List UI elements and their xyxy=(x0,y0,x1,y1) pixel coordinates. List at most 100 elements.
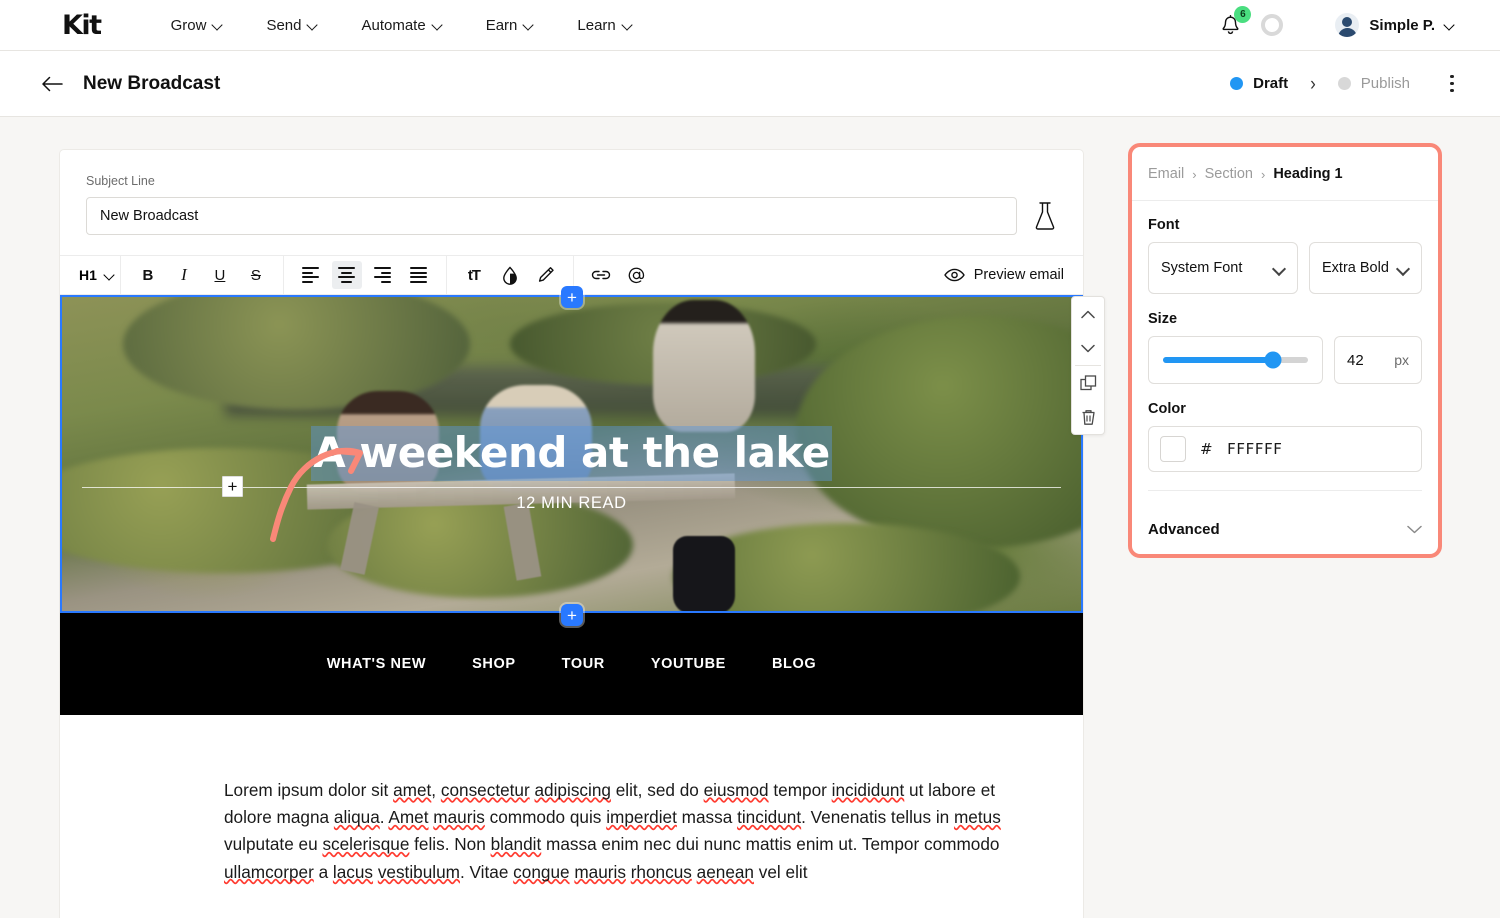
font-family-value: System Font xyxy=(1161,260,1243,276)
nav-item-earn[interactable]: Earn xyxy=(486,17,534,34)
add-block-below-button[interactable]: + xyxy=(561,604,583,626)
email-nav-link-shop[interactable]: SHOP xyxy=(472,656,516,672)
color-input[interactable]: # FFFFFF xyxy=(1148,426,1422,472)
nav-item-learn-label: Learn xyxy=(577,16,616,34)
size-slider-fill xyxy=(1163,357,1274,363)
strikethrough-button[interactable]: S xyxy=(241,261,271,289)
nav-item-learn[interactable]: Learn xyxy=(577,17,631,34)
nav-item-grow[interactable]: Grow xyxy=(171,17,223,34)
top-nav-right-cluster: 6 Simple P. xyxy=(1215,6,1454,40)
page-title: New Broadcast xyxy=(83,72,221,94)
nav-item-automate[interactable]: Automate xyxy=(361,17,441,34)
move-block-up-button[interactable] xyxy=(1071,297,1105,331)
highlighter-icon xyxy=(539,266,555,282)
font-row: System Font Extra Bold xyxy=(1148,242,1422,294)
eye-icon xyxy=(943,268,965,282)
breadcrumb-separator: › xyxy=(1192,166,1197,182)
font-family-select[interactable]: System Font xyxy=(1148,242,1298,294)
chevron-down-icon xyxy=(213,21,222,30)
foliage-shape xyxy=(795,315,1081,549)
main-menu: Grow Send Automate Earn Learn xyxy=(171,17,632,34)
email-nav-link-tour[interactable]: TOUR xyxy=(562,656,605,672)
step-draft-dot xyxy=(1230,77,1244,90)
highlighter-button[interactable] xyxy=(531,261,561,289)
align-left-icon xyxy=(302,267,320,283)
step-publish-label: Publish xyxy=(1360,75,1410,92)
duplicate-block-button[interactable] xyxy=(1071,366,1105,400)
panel-divider xyxy=(1148,490,1422,491)
chevron-down-icon xyxy=(1081,344,1095,352)
step-draft-label: Draft xyxy=(1253,75,1289,92)
advanced-section-toggle[interactable]: Advanced xyxy=(1132,505,1438,554)
align-justify-button[interactable] xyxy=(404,261,434,289)
kit-logo[interactable]: Kit xyxy=(62,10,102,41)
delete-block-button[interactable] xyxy=(1071,400,1105,434)
back-arrow-icon[interactable] xyxy=(40,71,66,97)
backpack-shape xyxy=(673,535,736,611)
email-nav-link-youtube[interactable]: YOUTUBE xyxy=(651,656,726,672)
step-publish[interactable]: Publish xyxy=(1337,75,1410,92)
trash-icon xyxy=(1082,409,1095,425)
email-nav-link-whats-new[interactable]: WHAT'S NEW xyxy=(327,656,426,672)
chevron-down-icon xyxy=(433,21,442,30)
step-draft[interactable]: Draft xyxy=(1230,75,1288,92)
font-weight-select[interactable]: Extra Bold xyxy=(1309,242,1422,294)
size-slider[interactable] xyxy=(1163,351,1308,369)
add-block-above-button[interactable]: + xyxy=(561,286,583,308)
kebab-menu-icon[interactable] xyxy=(1440,74,1464,93)
size-slider-thumb[interactable] xyxy=(1264,351,1282,369)
hero-subheading-text[interactable]: 12 MIN READ xyxy=(62,494,1081,513)
top-navigation-bar: Kit Grow Send Automate Earn Learn 6 Simp… xyxy=(0,0,1500,51)
preview-email-button[interactable]: Preview email xyxy=(943,267,1070,283)
breadcrumb-section[interactable]: Section xyxy=(1205,166,1253,182)
color-hex-value: FFFFFF xyxy=(1227,440,1283,458)
email-nav-link-blog[interactable]: BLOG xyxy=(772,656,816,672)
italic-button[interactable]: I xyxy=(169,261,199,289)
breadcrumb-current: Heading 1 xyxy=(1273,166,1343,182)
color-label: Color xyxy=(1148,401,1186,417)
ab-test-button[interactable] xyxy=(1033,201,1057,231)
notifications-button[interactable]: 6 xyxy=(1215,6,1252,40)
align-center-button[interactable] xyxy=(331,261,362,289)
align-right-button[interactable] xyxy=(368,261,398,289)
chevron-down-icon xyxy=(1398,263,1409,274)
breadcrumb-separator: › xyxy=(1260,166,1266,182)
subject-input[interactable] xyxy=(86,197,1017,235)
app-root: Kit Grow Send Automate Earn Learn 6 Simp… xyxy=(0,0,1500,918)
person-shape xyxy=(479,384,592,492)
email-body-paragraph[interactable]: Lorem ipsum dolor sit amet, consectetur … xyxy=(60,715,1083,886)
align-left-button[interactable] xyxy=(296,261,326,289)
chevron-down-icon xyxy=(1445,21,1454,30)
preview-email-label: Preview email xyxy=(973,267,1064,283)
chevron-up-icon xyxy=(1081,310,1095,318)
nav-item-grow-label: Grow xyxy=(170,16,207,34)
subject-line-row xyxy=(86,197,1057,235)
email-preview: A weekend at the lake 12 MIN READ WHAT'S… xyxy=(60,295,1083,886)
font-label: Font xyxy=(1148,217,1180,233)
link-button[interactable] xyxy=(586,261,616,289)
underline-button[interactable]: U xyxy=(205,261,235,289)
user-menu[interactable]: Simple P. xyxy=(1335,13,1454,37)
text-color-button[interactable] xyxy=(495,261,525,289)
step-publish-dot xyxy=(1337,77,1351,90)
page-header-bar: New Broadcast Draft › Publish xyxy=(0,51,1500,117)
font-weight-value: Extra Bold xyxy=(1322,259,1389,276)
progress-ring-icon[interactable] xyxy=(1261,14,1284,36)
alignment-group xyxy=(284,255,446,295)
hero-image-block[interactable]: A weekend at the lake 12 MIN READ xyxy=(60,295,1083,613)
block-type-dropdown[interactable]: H1 xyxy=(73,267,120,283)
flask-icon xyxy=(1035,202,1055,230)
mention-button[interactable] xyxy=(622,261,652,289)
size-number-input[interactable]: 42 px xyxy=(1334,336,1422,384)
move-block-down-button[interactable] xyxy=(1071,331,1105,365)
chevron-down-icon xyxy=(1274,263,1285,274)
nav-item-send[interactable]: Send xyxy=(266,17,317,34)
color-swatch[interactable] xyxy=(1160,436,1186,462)
chevron-down-icon xyxy=(1407,525,1422,534)
text-size-button[interactable]: tT xyxy=(459,261,489,289)
email-body-text: Lorem ipsum dolor sit amet, consectetur … xyxy=(224,780,1001,882)
breadcrumb-email[interactable]: Email xyxy=(1148,166,1184,182)
style-settings-panel: Email › Section › Heading 1 Font System … xyxy=(1128,143,1442,558)
inline-add-block-button[interactable]: + xyxy=(222,476,243,497)
bold-button[interactable]: B xyxy=(133,261,163,289)
